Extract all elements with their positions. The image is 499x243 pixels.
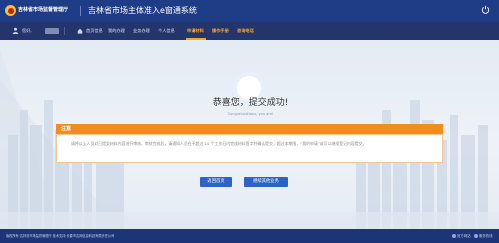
nav-item-hotline[interactable]: 咨询电话 [237,27,254,35]
continue-business-button[interactable]: 继续其他业务 [244,177,288,187]
emblem-icon [5,5,16,16]
footer-link-website[interactable]: 官方网站 [457,233,471,239]
user-icon [12,27,19,34]
nav-item-manual[interactable]: 操作手册 [212,27,229,35]
header-divider [80,6,81,16]
nav-item-business[interactable]: 业务办理 [133,27,150,35]
app-title: 吉林省市场主体准入e窗通系统 [88,6,197,15]
notice-body [56,134,443,163]
top-header [0,0,499,22]
footer-copyright: 版权所有·吉林省市场监督管理厅 技术支持:长春市吉网信息科技有限责任公司 [6,234,115,238]
hotline-icon [474,234,478,238]
user-id-masked [45,28,59,34]
power-icon[interactable] [481,5,490,14]
nav-item-profile[interactable]: 个人信息 [158,27,175,35]
return-home-button[interactable]: 返回首页 [200,177,232,187]
nav-item-materials[interactable]: 申请材料 [187,27,204,35]
success-title: 恭喜您，提交成功! [212,98,289,108]
nav-divider [64,27,65,35]
success-subtitle: Congratulations, you are! [227,112,274,116]
website-icon [452,234,456,238]
notice-title: 注意 [61,126,72,132]
nav-item-my-handling[interactable]: 我的办理 [108,27,125,35]
greeting-label: 您好, [22,28,32,33]
notice-header [56,124,443,134]
footer-link-hotline[interactable]: 服务热线 [479,233,493,239]
nav-item-home[interactable]: 首页信息 [86,27,103,35]
home-icon [77,28,83,34]
notice-text: 请将以上人员对已提交材料内容进行审核，审核完成后，请通知人员在不超过 10 个工… [71,141,367,146]
org-name: 吉林省市场监督管理厅 [18,7,69,13]
